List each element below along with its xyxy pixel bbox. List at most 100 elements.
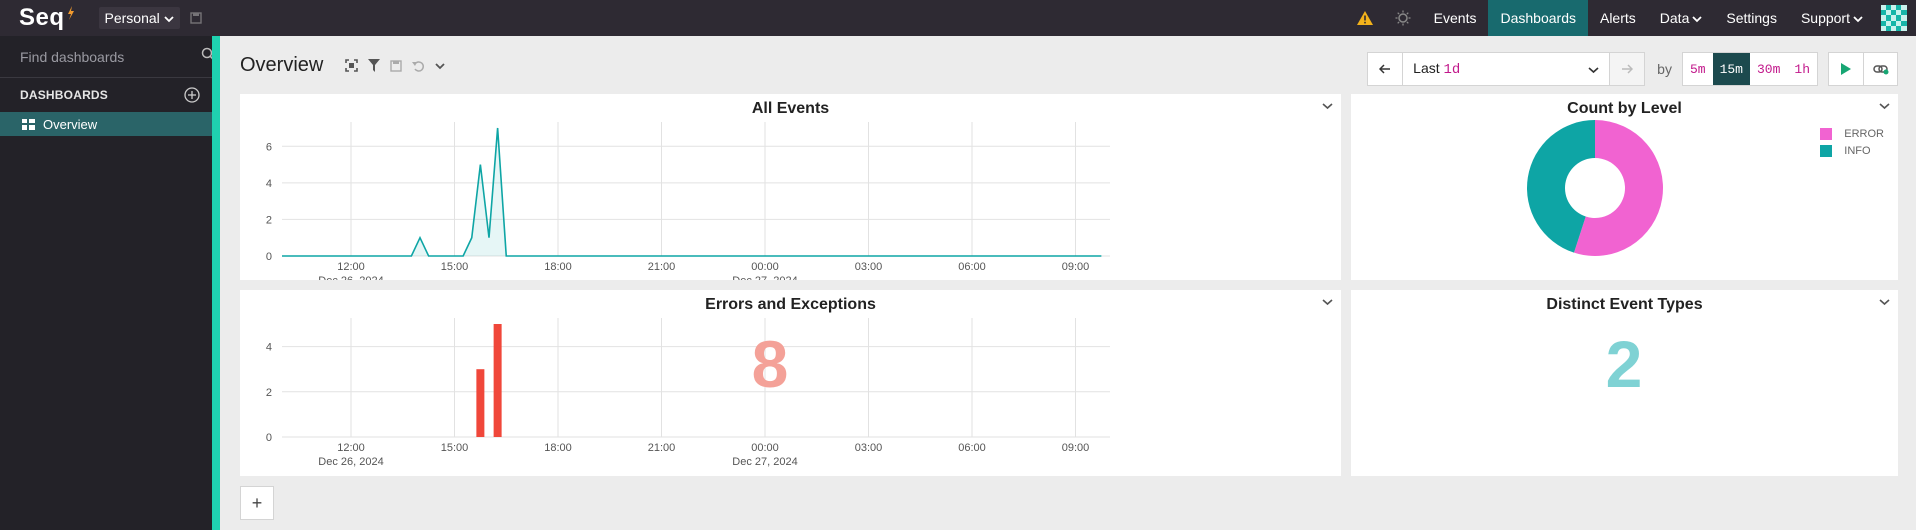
x-tick-label: 21:00: [648, 261, 676, 273]
x-tick-label: 18:00: [544, 442, 572, 454]
error-bar: [493, 324, 502, 437]
sidebar-item-overview[interactable]: Overview: [0, 112, 212, 136]
series-area: [282, 128, 1102, 256]
link-icon: [1872, 65, 1888, 75]
dashboard-search-input[interactable]: [20, 48, 201, 65]
error-bar: [476, 369, 485, 437]
user-avatar[interactable]: [1881, 5, 1907, 31]
nav-label: Alerts: [1599, 10, 1636, 26]
x-tick-label: 15:00: [441, 261, 469, 273]
chevron-down-icon: [1853, 10, 1863, 26]
dashboard-grid-icon: [22, 118, 35, 130]
y-tick-label: 2: [266, 214, 272, 226]
add-panel-button[interactable]: +: [240, 486, 274, 520]
nav-dashboards[interactable]: Dashboards: [1488, 0, 1588, 36]
x-tick-label: 12:00: [337, 442, 365, 454]
x-tick-label: 06:00: [958, 261, 986, 273]
x-tick-label: 15:00: [441, 442, 469, 454]
arrow-right-icon: [1622, 64, 1634, 74]
warning-icon[interactable]: [1346, 0, 1384, 36]
workspace-selector[interactable]: Personal: [98, 7, 180, 29]
all-events-chart: 0 2 4 6 12:00 15:00 18:00 21:00 00:00 03:00 06:00 0…: [266, 122, 1110, 280]
sidebar-resize-handle[interactable]: [212, 36, 220, 530]
save-icon[interactable]: [390, 59, 403, 72]
y-tick-label: 0: [266, 251, 272, 263]
play-icon: [1841, 63, 1851, 75]
x-tick-label: 03:00: [855, 261, 883, 273]
x-date-label: Dec 27, 2024: [732, 456, 797, 468]
x-tick-label: 09:00: [1062, 442, 1090, 454]
interval-30m[interactable]: 30m: [1750, 53, 1787, 85]
nav-label: Settings: [1726, 10, 1777, 26]
legend-item-info[interactable]: INFO: [1820, 145, 1884, 157]
x-tick-label: 18:00: [544, 261, 572, 273]
seq-logo[interactable]: Seq: [19, 4, 75, 32]
chevron-down-icon[interactable]: [435, 62, 445, 70]
x-date-label: Dec 27, 2024: [732, 275, 797, 280]
section-label: DASHBOARDS: [20, 88, 109, 102]
range-forward-button[interactable]: [1609, 52, 1646, 86]
dashboard-search: [0, 36, 215, 78]
theme-toggle-icon[interactable]: [1384, 0, 1422, 36]
interval-5m[interactable]: 5m: [1683, 53, 1713, 85]
y-tick-label: 0: [266, 432, 272, 444]
sidebar: DASHBOARDS Overview: [0, 36, 215, 530]
range-back-button[interactable]: [1367, 52, 1404, 86]
interval-1h[interactable]: 1h: [1787, 53, 1817, 85]
errors-count-value: 8: [751, 327, 789, 401]
chevron-down-icon: [164, 10, 174, 26]
save-icon[interactable]: [190, 12, 202, 24]
fullscreen-icon[interactable]: [345, 59, 359, 72]
panel-title: Distinct Event Types: [1546, 296, 1703, 313]
x-tick-label: 12:00: [337, 261, 365, 273]
filter-icon[interactable]: [368, 59, 381, 72]
range-text: Last 1d: [1413, 60, 1460, 78]
nav-events[interactable]: Events: [1422, 0, 1489, 36]
nav-alerts[interactable]: Alerts: [1588, 0, 1648, 36]
nav-settings[interactable]: Settings: [1714, 0, 1789, 36]
y-tick-label: 4: [266, 178, 272, 190]
range-prefix: Last: [1413, 60, 1440, 76]
app-name: Seq: [19, 4, 65, 31]
dashboards-section-header: DASHBOARDS: [0, 78, 212, 112]
logo-spark-icon: [67, 0, 75, 27]
x-tick-label: 03:00: [855, 442, 883, 454]
plus-icon: +: [251, 492, 263, 513]
range-value: 1d: [1443, 62, 1461, 78]
time-range-select[interactable]: Last 1d: [1403, 52, 1610, 86]
pie-legend: ERROR INFO: [1820, 128, 1884, 162]
count-by-level-chart: [1527, 120, 1663, 256]
nav-label: Events: [1433, 10, 1477, 26]
main-content: Overview Last 1d by 5m 15m 30m 1h All Ev…: [220, 36, 1916, 530]
nav-data[interactable]: Data: [1648, 0, 1715, 36]
x-tick-label: 00:00: [751, 261, 779, 273]
y-tick-label: 6: [266, 141, 272, 153]
x-tick-label: 06:00: [958, 442, 986, 454]
chevron-down-icon: [1692, 10, 1702, 26]
distinct-count-value: 2: [1605, 327, 1643, 401]
panel-errors-and-exceptions: Errors and Exceptions 0 2 4 12:00 15:00 18:00…: [240, 290, 1341, 476]
refresh-link-button[interactable]: [1863, 53, 1897, 85]
x-tick-label: 00:00: [751, 442, 779, 454]
arrow-left-icon: [1379, 64, 1391, 74]
panel-count-by-level: Count by Level ERROR INFO: [1351, 94, 1898, 280]
panel-distinct-event-types: Distinct Event Types 2: [1351, 290, 1898, 476]
interval-15m[interactable]: 15m: [1712, 53, 1750, 85]
panel-menu-chevron-icon[interactable]: [1879, 298, 1890, 306]
add-dashboard-icon[interactable]: [184, 87, 200, 103]
series-line: [282, 127, 1102, 257]
x-tick-label: 21:00: [648, 442, 676, 454]
legend-label: INFO: [1844, 145, 1871, 157]
nav-label: Support: [1800, 10, 1850, 26]
play-button[interactable]: [1829, 53, 1863, 85]
legend-item-error[interactable]: ERROR: [1820, 128, 1884, 140]
legend-swatch: [1820, 128, 1833, 140]
y-tick-label: 4: [266, 342, 272, 354]
nav-support[interactable]: Support: [1789, 0, 1875, 36]
page-title: Overview: [240, 54, 324, 76]
undo-icon[interactable]: [412, 60, 425, 72]
x-tick-label: 09:00: [1062, 261, 1090, 273]
workspace-label: Personal: [104, 10, 160, 26]
interval-selector: 5m 15m 30m 1h: [1681, 52, 1818, 86]
legend-label: ERROR: [1844, 128, 1884, 140]
